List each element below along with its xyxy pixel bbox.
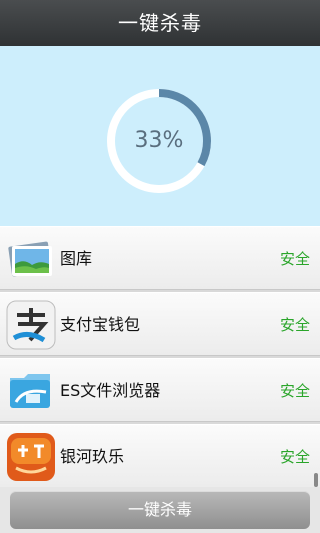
one-click-antivirus-button[interactable]: 一键杀毒 — [10, 491, 310, 529]
app-name: 支付宝钱包 — [60, 315, 141, 334]
status-badge: 安全 — [279, 382, 310, 400]
app-name: 银河玖乐 — [60, 447, 125, 466]
scrollbar[interactable] — [314, 473, 318, 487]
alipay-icon — [6, 300, 56, 350]
app-name: ES文件浏览器 — [60, 381, 161, 400]
status-badge: 安全 — [279, 250, 310, 268]
list-item[interactable]: ES文件浏览器 安全 — [0, 358, 320, 422]
gallery-icon — [8, 241, 52, 277]
list-item[interactable]: 图库 安全 — [0, 226, 320, 290]
status-badge: 安全 — [279, 448, 310, 466]
yinhe-jiule-icon — [7, 433, 55, 481]
scan-progress-area: 33% — [0, 46, 320, 226]
list-item[interactable]: 银河玖乐 安全 — [0, 424, 320, 488]
progress-percent: 33% — [134, 128, 184, 153]
es-file-explorer-icon — [10, 374, 50, 408]
page-title: 一键杀毒 — [118, 11, 202, 35]
title-bar: 一键杀毒 — [0, 0, 320, 46]
status-badge: 安全 — [279, 316, 310, 334]
bottom-bar: 一键杀毒 — [0, 487, 320, 533]
list-item[interactable]: 支付宝钱包 安全 — [0, 292, 320, 356]
app-name: 图库 — [60, 249, 93, 268]
app-list: 图库 安全 支付宝钱包 安全 ES文件浏览器 安全 银河玖乐 安全 — [0, 226, 320, 490]
